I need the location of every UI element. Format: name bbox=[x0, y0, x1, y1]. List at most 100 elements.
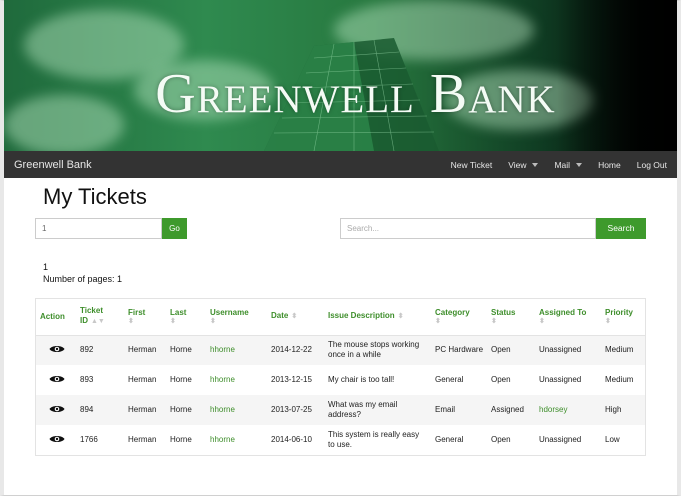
date-cell: 2014-06-10 bbox=[271, 435, 312, 444]
status-cell: Open bbox=[491, 435, 511, 444]
last-name-cell: Horne bbox=[166, 335, 206, 365]
action-cell bbox=[36, 365, 76, 395]
nav-mail-dropdown[interactable]: Mail bbox=[546, 160, 590, 170]
first-name-cell: Herman bbox=[124, 335, 166, 365]
header-priority-label: Priority bbox=[605, 307, 634, 317]
ticket-id-cell: 892 bbox=[76, 335, 124, 365]
ticket-id-cell: 1766 bbox=[80, 435, 98, 444]
status-cell: Open bbox=[487, 335, 535, 365]
nav-log-out-label: Log Out bbox=[636, 159, 667, 170]
page-number-input[interactable]: 1 bbox=[35, 218, 162, 239]
eye-icon[interactable] bbox=[49, 404, 65, 414]
table-row: 1766 Herman Horne hhorne 2014-06-10 This… bbox=[36, 425, 645, 455]
header-first-label: First bbox=[128, 307, 146, 317]
header-ticket-id-label-2: ID bbox=[80, 316, 88, 326]
action-cell bbox=[36, 335, 76, 365]
assigned-cell: Unassigned bbox=[539, 375, 582, 384]
sort-icon: ⬍ bbox=[210, 317, 216, 325]
category-cell: General bbox=[435, 375, 464, 384]
header-category[interactable]: Category ⬍ bbox=[431, 299, 487, 336]
last-name-cell: Horne bbox=[170, 435, 192, 444]
status-cell: Assigned bbox=[487, 395, 535, 425]
username-link[interactable]: hhorne bbox=[206, 425, 267, 455]
header-action: Action bbox=[36, 299, 76, 336]
assigned-link[interactable]: hdorsey bbox=[535, 395, 601, 425]
issue-cell: The mouse stops working once in a while bbox=[324, 335, 431, 365]
date-cell: 2013-12-15 bbox=[271, 375, 312, 384]
assigned-cell: Unassigned bbox=[539, 435, 582, 444]
eye-icon[interactable] bbox=[49, 434, 65, 444]
sort-icon: ⬍ bbox=[170, 317, 176, 325]
banner: Greenwell Bank bbox=[4, 0, 677, 151]
sort-icon: ⬍ bbox=[291, 313, 298, 321]
header-issue-description[interactable]: Issue Description ⬍ bbox=[324, 299, 431, 336]
nav-view-dropdown[interactable]: View bbox=[500, 160, 546, 170]
priority-cell: High bbox=[601, 395, 645, 425]
header-priority[interactable]: Priority ⬍ bbox=[601, 299, 645, 336]
search-input[interactable]: Search... bbox=[340, 218, 596, 239]
banner-title: Greenwell Bank bbox=[155, 63, 556, 125]
issue-cell: This system is really easy to use. bbox=[328, 430, 420, 449]
eye-icon[interactable] bbox=[49, 344, 65, 354]
header-category-label: Category bbox=[435, 307, 470, 317]
last-name-cell: Horne bbox=[166, 395, 206, 425]
action-cell bbox=[36, 395, 76, 425]
current-page-number: 1 bbox=[43, 262, 49, 272]
nav-log-out[interactable]: Log Out bbox=[629, 160, 677, 170]
category-cell: General bbox=[435, 435, 464, 444]
header-status[interactable]: Status ⬍ bbox=[487, 299, 535, 336]
sort-icon: ⬍ bbox=[491, 317, 497, 325]
username-link[interactable]: hhorne bbox=[206, 395, 267, 425]
search-button[interactable]: Search bbox=[596, 218, 646, 239]
username-link[interactable]: hhorne bbox=[206, 335, 267, 365]
header-username[interactable]: Username ⬍ bbox=[206, 299, 267, 336]
date-cell: 2014-12-22 bbox=[267, 335, 324, 365]
page-title: My Tickets bbox=[43, 184, 147, 209]
header-ticket-id-label: Ticket bbox=[80, 306, 103, 316]
table-row: 893 Herman Horne hhorne 2013-12-15 My ch… bbox=[36, 365, 645, 395]
priority-cell: Medium bbox=[605, 375, 634, 384]
ticket-id-cell: 894 bbox=[76, 395, 124, 425]
sort-icon: ⬍ bbox=[605, 317, 611, 325]
status-cell: Open bbox=[491, 375, 511, 384]
first-name-cell: Herman bbox=[124, 395, 166, 425]
table-row: 892 Herman Horne hhorne 2014-12-22 The m… bbox=[36, 335, 645, 365]
caret-down-icon bbox=[532, 162, 539, 167]
priority-cell: Medium bbox=[601, 335, 645, 365]
sort-icon: ⬍ bbox=[435, 317, 441, 325]
issue-cell: My chair is too tall! bbox=[328, 375, 395, 384]
nav-mail-label: Mail bbox=[554, 159, 571, 170]
sort-icon: ⬍ bbox=[397, 313, 404, 321]
caret-down-icon bbox=[576, 162, 583, 167]
header-username-label: Username bbox=[210, 307, 249, 317]
nav-new-ticket[interactable]: New Ticket bbox=[443, 160, 501, 170]
header-last[interactable]: Last ⬍ bbox=[166, 299, 206, 336]
nav-home[interactable]: Home bbox=[590, 160, 629, 170]
go-button[interactable]: Go bbox=[162, 218, 187, 239]
assigned-cell: Unassigned bbox=[535, 335, 601, 365]
header-last-label: Last bbox=[170, 307, 187, 317]
navbar-brand[interactable]: Greenwell Bank bbox=[14, 159, 443, 171]
priority-cell: Low bbox=[605, 435, 620, 444]
header-assigned-to[interactable]: Assigned To ⬍ bbox=[535, 299, 601, 336]
category-cell: Email bbox=[431, 395, 487, 425]
username-link[interactable]: hhorne bbox=[206, 365, 267, 395]
last-name-cell: Horne bbox=[170, 375, 192, 384]
tickets-table: Action Ticket ID ▲▼ First ⬍ Last ⬍ Username… bbox=[35, 298, 646, 456]
nav-home-label: Home bbox=[598, 159, 621, 170]
header-assigned-label: Assigned To bbox=[539, 307, 587, 317]
first-name-cell: Herman bbox=[128, 375, 157, 384]
first-name-cell: Herman bbox=[128, 435, 157, 444]
sort-icon: ⬍ bbox=[128, 317, 134, 325]
header-action-label: Action bbox=[40, 311, 65, 321]
header-ticket-id[interactable]: Ticket ID ▲▼ bbox=[76, 299, 124, 336]
header-date[interactable]: Date ⬍ bbox=[267, 299, 324, 336]
eye-icon[interactable] bbox=[49, 374, 65, 384]
header-date-label: Date bbox=[271, 311, 289, 321]
header-status-label: Status bbox=[491, 307, 516, 317]
header-issue-label: Issue Description bbox=[328, 311, 395, 321]
header-first[interactable]: First ⬍ bbox=[124, 299, 166, 336]
table-row: 894 Herman Horne hhorne 2013-07-25 What … bbox=[36, 395, 645, 425]
number-of-pages: Number of pages: 1 bbox=[43, 274, 123, 284]
navbar: Greenwell Bank New Ticket View Mail Home… bbox=[4, 151, 677, 178]
